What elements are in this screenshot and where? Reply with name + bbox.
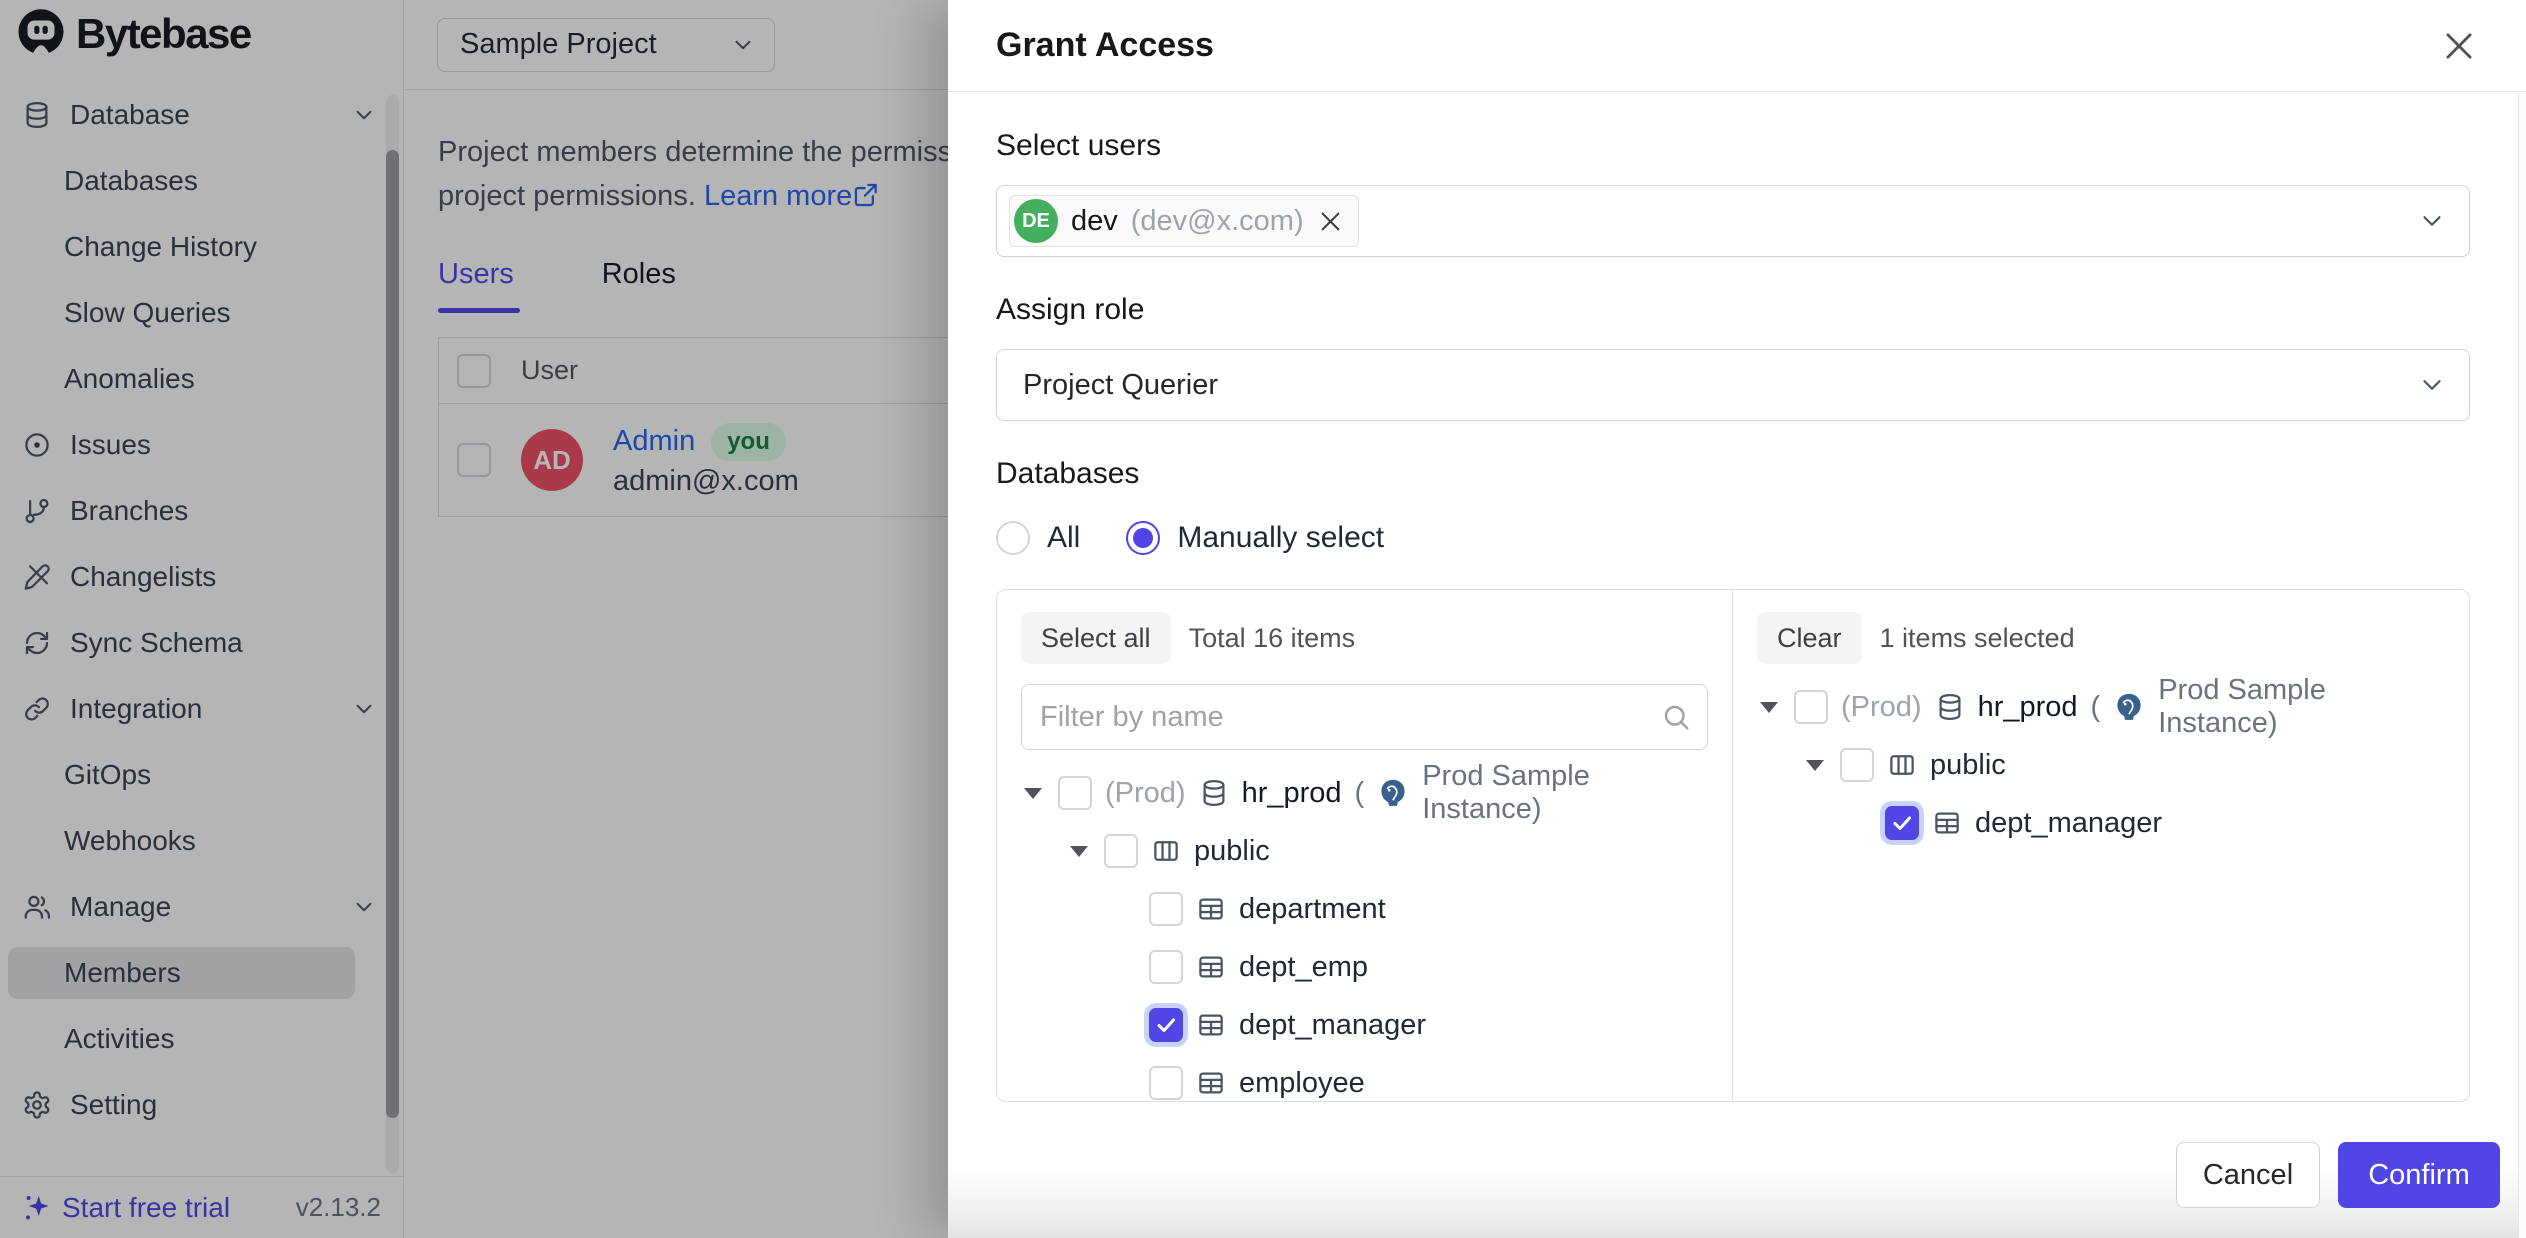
- chip-user-name: dev: [1071, 205, 1118, 238]
- schema-icon: [1151, 836, 1181, 866]
- tree-row-database[interactable]: (Prod) hr_prod ( Prod Sample Instance): [1021, 764, 1708, 822]
- env-label: (Prod): [1105, 777, 1186, 810]
- confirm-button[interactable]: Confirm: [2338, 1142, 2500, 1208]
- modal-scrollbar-track[interactable]: [2518, 93, 2526, 1238]
- cancel-button[interactable]: Cancel: [2176, 1142, 2320, 1208]
- checkbox[interactable]: [1840, 748, 1874, 782]
- checkbox[interactable]: [1149, 892, 1183, 926]
- table-name: dept_emp: [1239, 951, 1368, 984]
- postgresql-icon: [1377, 777, 1409, 809]
- table-name: dept_manager: [1975, 807, 2162, 840]
- checkbox[interactable]: [1794, 690, 1828, 724]
- selected-tree: (Prod) hr_prod ( Prod Sample Instance) p…: [1757, 678, 2445, 852]
- checkbox[interactable]: [1149, 950, 1183, 984]
- select-users-input[interactable]: DE dev (dev@x.com): [996, 185, 2470, 257]
- paren: (: [1355, 777, 1365, 810]
- search-icon: [1661, 702, 1691, 732]
- radio-circle[interactable]: [996, 521, 1030, 555]
- chip-user-email: (dev@x.com): [1131, 205, 1304, 238]
- database-name: hr_prod: [1978, 691, 2078, 724]
- modal-header: Grant Access: [948, 0, 2526, 92]
- table-name: employee: [1239, 1067, 1365, 1100]
- selected-count-label: 1 items selected: [1880, 623, 2075, 654]
- clear-button[interactable]: Clear: [1757, 612, 1862, 664]
- schema-icon: [1887, 750, 1917, 780]
- table-icon: [1196, 1068, 1226, 1098]
- table-icon: [1196, 952, 1226, 982]
- source-tree: (Prod) hr_prod ( Prod Sample Instance) p…: [1021, 764, 1708, 1101]
- selected-user-chip: DE dev (dev@x.com): [1009, 195, 1359, 247]
- table-name: department: [1239, 893, 1386, 926]
- avatar: DE: [1014, 199, 1058, 243]
- filter-input[interactable]: [1040, 701, 1661, 734]
- tree-row-database[interactable]: (Prod) hr_prod ( Prod Sample Instance): [1757, 678, 2445, 736]
- instance-name: Prod Sample Instance): [1422, 760, 1708, 826]
- role-select[interactable]: Project Querier: [996, 349, 2470, 421]
- role-value: Project Querier: [1009, 369, 1218, 402]
- tree-row-table[interactable]: department: [1021, 880, 1708, 938]
- schema-name: public: [1194, 835, 1270, 868]
- tree-row-schema[interactable]: public: [1021, 822, 1708, 880]
- checkbox-checked[interactable]: [1149, 1008, 1183, 1042]
- assign-role-label: Assign role: [996, 293, 2470, 327]
- select-users-label: Select users: [996, 129, 2470, 163]
- checkbox[interactable]: [1104, 834, 1138, 868]
- table-icon: [1932, 808, 1962, 838]
- transfer-source-panel: Select all Total 16 items (Prod) hr_prod…: [997, 590, 1733, 1101]
- radio-circle-selected[interactable]: [1126, 521, 1160, 555]
- database-name: hr_prod: [1242, 777, 1342, 810]
- database-icon: [1935, 692, 1965, 722]
- tree-row-table[interactable]: dept_emp: [1021, 938, 1708, 996]
- radio-all[interactable]: All: [996, 521, 1080, 555]
- postgresql-icon: [2113, 691, 2145, 723]
- select-all-button[interactable]: Select all: [1021, 612, 1171, 664]
- caret-down-icon[interactable]: [1760, 702, 1778, 713]
- checkbox-checked[interactable]: [1885, 806, 1919, 840]
- schema-name: public: [1930, 749, 2006, 782]
- tree-row-table[interactable]: dept_manager: [1021, 996, 1708, 1054]
- close-icon[interactable]: [2440, 27, 2478, 65]
- database-transfer: Select all Total 16 items (Prod) hr_prod…: [996, 589, 2470, 1102]
- radio-all-label[interactable]: All: [1047, 521, 1080, 555]
- checkbox[interactable]: [1149, 1066, 1183, 1100]
- table-icon: [1196, 1010, 1226, 1040]
- table-icon: [1196, 894, 1226, 924]
- tree-row-table[interactable]: dept_manager: [1757, 794, 2445, 852]
- database-icon: [1199, 778, 1229, 808]
- caret-down-icon[interactable]: [1024, 788, 1042, 799]
- grant-access-modal: Grant Access Select users DE dev (dev@x.…: [948, 0, 2526, 1238]
- tree-row-schema[interactable]: public: [1757, 736, 2445, 794]
- table-name: dept_manager: [1239, 1009, 1426, 1042]
- tree-row-table[interactable]: employee: [1021, 1054, 1708, 1101]
- caret-down-icon[interactable]: [1070, 846, 1088, 857]
- total-items-label: Total 16 items: [1189, 623, 1356, 654]
- chevron-down-icon: [2417, 206, 2447, 236]
- database-scope-radios: All Manually select: [996, 521, 2470, 555]
- radio-manually-select[interactable]: Manually select: [1126, 521, 1384, 555]
- paren: (: [2091, 691, 2101, 724]
- caret-down-icon[interactable]: [1806, 760, 1824, 771]
- chevron-down-icon: [2417, 370, 2447, 400]
- modal-footer: Cancel Confirm: [948, 1112, 2518, 1238]
- instance-name: Prod Sample Instance): [2158, 674, 2445, 740]
- databases-label: Databases: [996, 457, 2470, 491]
- transfer-selected-panel: Clear 1 items selected (Prod) hr_prod ( …: [1733, 590, 2469, 1101]
- checkbox[interactable]: [1058, 776, 1092, 810]
- modal-title: Grant Access: [996, 26, 1214, 65]
- radio-manual-label[interactable]: Manually select: [1177, 521, 1384, 555]
- filter-input-wrap: [1021, 684, 1708, 750]
- env-label: (Prod): [1841, 691, 1922, 724]
- remove-user-icon[interactable]: [1317, 208, 1344, 235]
- modal-body: Select users DE dev (dev@x.com) Assign r…: [948, 93, 2518, 1238]
